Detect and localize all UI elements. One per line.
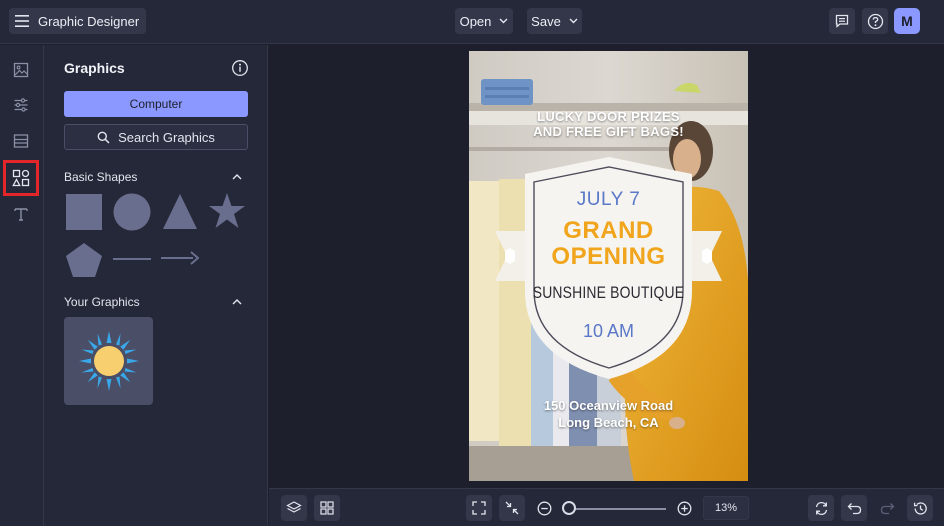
collapse-icon — [505, 501, 519, 515]
app-title: Graphic Designer — [38, 13, 140, 29]
user-avatar[interactable]: M — [894, 8, 920, 34]
open-button[interactable]: Open — [455, 8, 513, 34]
bottom-bar: 13% — [269, 488, 944, 526]
circle-shape[interactable] — [113, 193, 151, 231]
top-bar: Graphic Designer Open Save M — [0, 0, 944, 44]
grid-icon — [320, 501, 334, 515]
layers-icon — [286, 501, 302, 513]
line-shape[interactable] — [113, 257, 151, 261]
poster-address2: Long Beach, CA — [558, 415, 659, 430]
pentagon-shape[interactable] — [65, 242, 103, 278]
save-button[interactable]: Save — [527, 8, 582, 34]
user-graphic-sun[interactable] — [64, 317, 153, 405]
zoom-slider-knob[interactable] — [562, 501, 576, 515]
undo-button[interactable] — [841, 495, 867, 521]
text-icon — [14, 208, 28, 221]
search-graphics-label: Search Graphics — [118, 129, 215, 145]
sun-icon — [78, 331, 139, 391]
poster-prize-line1: LUCKY DOOR PRIZES — [537, 109, 680, 124]
undo-icon — [847, 502, 861, 514]
search-graphics-button[interactable]: Search Graphics — [64, 124, 248, 150]
rail-item-graphics[interactable] — [3, 160, 39, 196]
star-shape[interactable] — [208, 192, 246, 230]
main-menu-button[interactable]: Graphic Designer — [9, 8, 147, 34]
feedback-button[interactable] — [829, 8, 855, 34]
rail-item-adjust[interactable] — [8, 92, 34, 118]
zoom-value[interactable]: 13% — [703, 496, 749, 520]
badge-shape — [495, 157, 722, 379]
your-graphics-title: Your Graphics — [64, 295, 140, 309]
image-icon — [13, 62, 29, 78]
shapes-icon — [12, 169, 30, 187]
chevron-up-icon[interactable] — [230, 170, 244, 184]
history-button[interactable] — [907, 495, 933, 521]
layout-icon — [13, 134, 29, 148]
chevron-down-icon — [569, 18, 578, 24]
info-icon[interactable] — [231, 59, 249, 77]
redo-icon — [880, 502, 894, 514]
grid-button[interactable] — [314, 495, 340, 521]
poster-grand: GRAND — [563, 217, 654, 244]
open-label: Open — [459, 13, 492, 29]
basic-shapes-title: Basic Shapes — [64, 170, 138, 184]
chevron-up-icon[interactable] — [230, 295, 244, 309]
canvas-area[interactable]: LUCKY DOOR PRIZES AND FREE GIFT BAGS! JU… — [269, 45, 944, 488]
poster-date: JULY 7 — [576, 189, 641, 210]
panel-title: Graphics — [64, 60, 125, 76]
graphic-designer-app: Graphic Designer Open Save M Graphics Co… — [0, 0, 944, 526]
zoom-out-icon[interactable] — [537, 501, 552, 516]
poster-prize-line2: AND FREE GIFT BAGS! — [533, 124, 684, 139]
tool-rail — [0, 45, 44, 526]
sliders-icon — [14, 98, 28, 112]
comment-icon — [835, 14, 849, 28]
layers-button[interactable] — [281, 495, 307, 521]
poster-time: 10 AM — [582, 321, 635, 341]
shrink-button[interactable] — [499, 495, 525, 521]
rail-item-layout[interactable] — [8, 128, 34, 154]
fit-to-screen-button[interactable] — [466, 495, 492, 521]
rail-item-image[interactable] — [8, 57, 34, 83]
help-icon — [867, 13, 883, 29]
expand-icon — [472, 501, 486, 515]
save-label: Save — [531, 13, 561, 29]
zoom-in-icon[interactable] — [677, 501, 692, 516]
search-icon — [97, 131, 110, 144]
refresh-icon — [815, 501, 827, 515]
poster-address1: 150 Oceanview Road — [543, 398, 674, 413]
graphics-panel: Graphics Computer Search Graphics Basic … — [44, 45, 268, 526]
rail-item-text[interactable] — [8, 201, 34, 227]
redo-button[interactable] — [874, 495, 900, 521]
poster-canvas[interactable]: LUCKY DOOR PRIZES AND FREE GIFT BAGS! JU… — [469, 51, 748, 481]
history-icon — [913, 501, 927, 515]
help-button[interactable] — [862, 8, 888, 34]
poster-boutique: SUNSHINE BOUTIQUE — [532, 283, 685, 302]
chevron-down-icon — [499, 18, 508, 24]
computer-upload-button[interactable]: Computer — [64, 91, 248, 117]
triangle-shape[interactable] — [162, 193, 198, 230]
sync-button[interactable] — [808, 495, 834, 521]
hamburger-icon — [15, 15, 29, 27]
poster-opening: OPENING — [551, 243, 666, 270]
zoom-slider-track[interactable] — [568, 508, 666, 510]
arrow-shape[interactable] — [161, 251, 199, 265]
square-shape[interactable] — [66, 194, 102, 230]
